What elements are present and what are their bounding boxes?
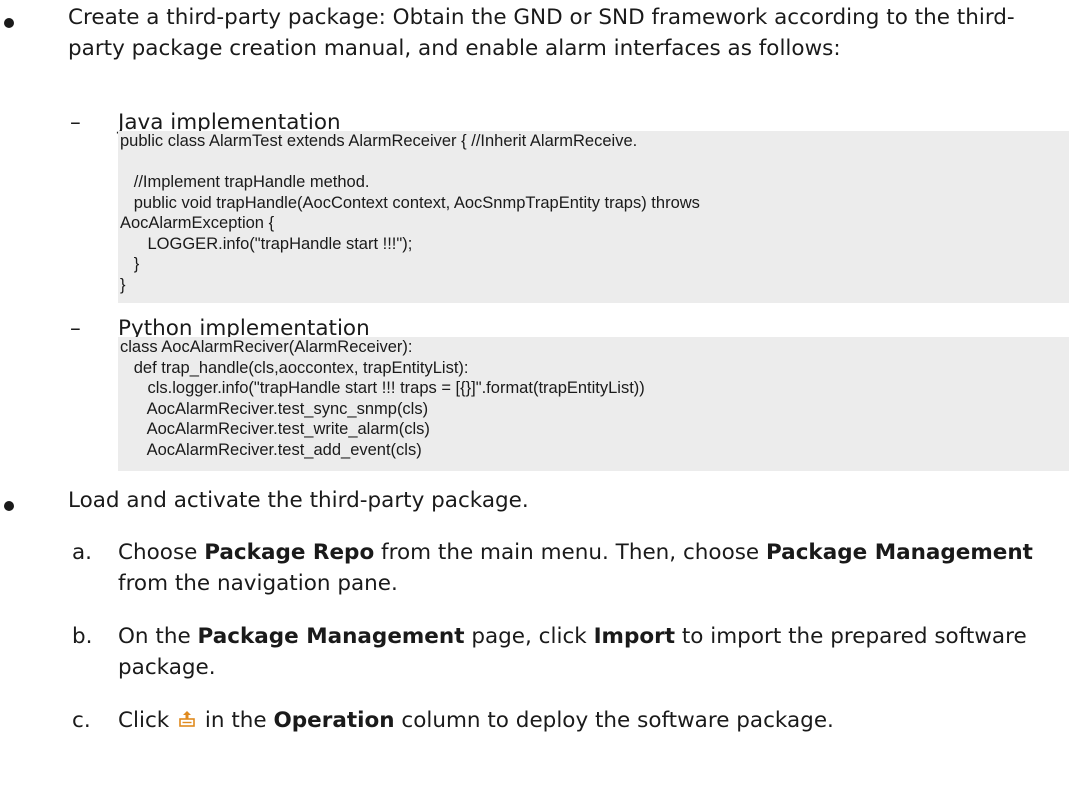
step-c-text: Click in the Operation column to deploy …	[118, 706, 834, 733]
dash-marker: –	[70, 110, 81, 135]
step-b-text: On the Package Management page, click Im…	[118, 624, 1027, 680]
dash-marker: –	[70, 316, 81, 341]
python-code-block: class AocAlarmReciver(AlarmReceiver): de…	[118, 337, 1069, 471]
deploy-icon	[178, 706, 196, 727]
bullet-1-text: Create a third-party package: Obtain the…	[68, 5, 1015, 61]
bullet-1-marker	[4, 18, 14, 28]
step-a-letter: a.	[72, 540, 93, 565]
step-c-letter: c.	[72, 708, 91, 733]
step-b-letter: b.	[72, 624, 93, 649]
bullet-2-marker	[4, 501, 14, 511]
import-button-ref: Import	[593, 624, 676, 649]
java-code-block: public class AlarmTest extends AlarmRece…	[118, 131, 1069, 303]
step-a-text: Choose Package Repo from the main menu. …	[118, 540, 1033, 596]
nav-package-management: Package Management	[766, 540, 1033, 565]
bullet-2-text: Load and activate the third-party packag…	[68, 488, 529, 513]
operation-column-ref: Operation	[273, 708, 395, 733]
page-package-management: Package Management	[197, 624, 465, 649]
menu-package-repo: Package Repo	[204, 540, 375, 565]
